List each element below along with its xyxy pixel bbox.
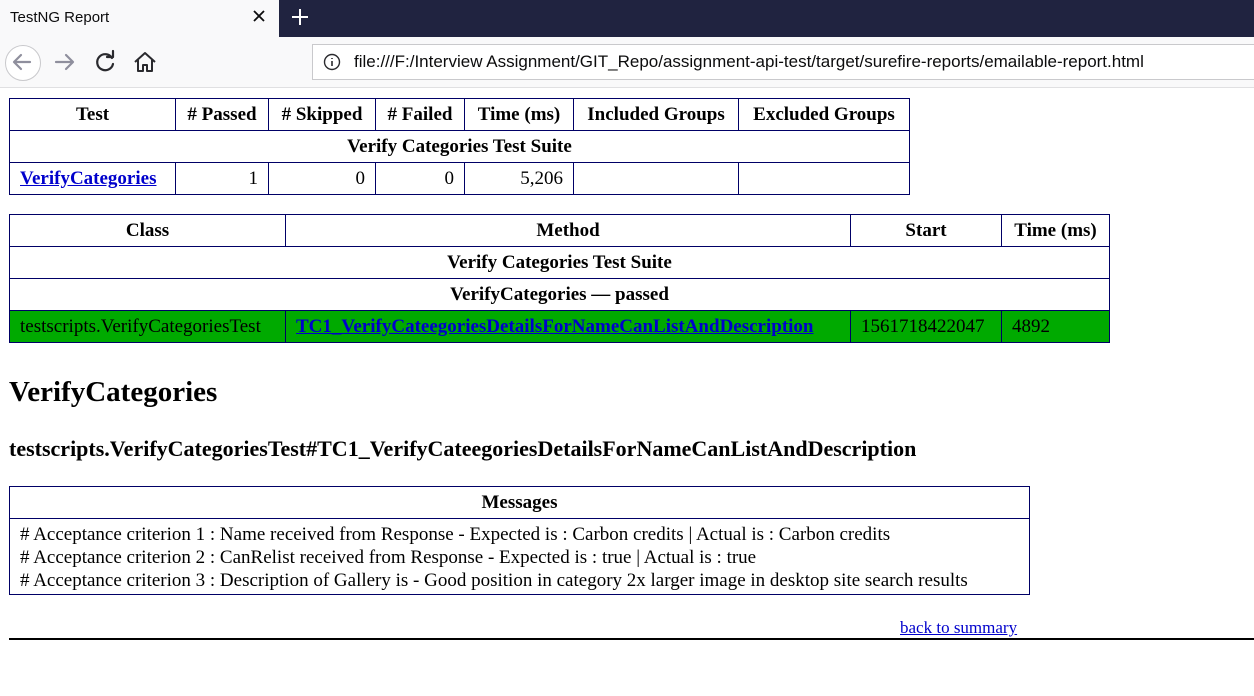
header-included-groups: Included Groups xyxy=(573,98,739,131)
back-button[interactable] xyxy=(5,45,41,81)
table-row: testscripts.VerifyCategoriesTest TC1_Ver… xyxy=(9,310,1110,343)
reload-icon[interactable] xyxy=(90,47,120,77)
method-heading: testscripts.VerifyCategoriesTest#TC1_Ver… xyxy=(9,436,917,461)
test-status: VerifyCategories — passed xyxy=(9,278,1110,311)
excluded-groups-value xyxy=(738,162,910,195)
header-method-time: Time (ms) xyxy=(1001,214,1110,247)
passed-count: 1 xyxy=(175,162,269,195)
header-method: Method xyxy=(285,214,851,247)
url-bar[interactable]: file:///F:/Interview Assignment/GIT_Repo… xyxy=(312,44,1254,80)
close-icon[interactable] xyxy=(251,8,267,24)
url-text: file:///F:/Interview Assignment/GIT_Repo… xyxy=(354,52,1144,71)
list-item: # Acceptance criterion 3 : Description o… xyxy=(20,570,968,591)
included-groups-value xyxy=(573,162,739,195)
list-item: # Acceptance criterion 1 : Name received… xyxy=(20,524,891,545)
header-class: Class xyxy=(9,214,286,247)
methods-header-row: Class Method Start Time (ms) xyxy=(9,214,1110,247)
summary-table: Test # Passed # Skipped # Failed Time (m… xyxy=(9,98,910,195)
method-cell: TC1_VerifyCateegoriesDetailsForNameCanLi… xyxy=(285,310,851,343)
messages-header: Messages xyxy=(9,486,1030,519)
list-item: # Acceptance criterion 2 : CanRelist rec… xyxy=(20,547,757,568)
back-to-summary-link[interactable]: back to summary xyxy=(900,618,1017,638)
suite-name: Verify Categories Test Suite xyxy=(9,130,910,163)
method-link[interactable]: TC1_VerifyCateegoriesDetailsForNameCanLi… xyxy=(296,316,814,337)
methods-table: Class Method Start Time (ms) Verify Cate… xyxy=(9,214,1110,343)
summary-header-row: Test # Passed # Skipped # Failed Time (m… xyxy=(9,98,910,131)
method-time-value: 4892 xyxy=(1001,310,1110,343)
time-value: 5,206 xyxy=(464,162,574,195)
browser-tab[interactable]: TestNG Report xyxy=(0,0,279,37)
home-icon[interactable] xyxy=(130,47,160,77)
skipped-count: 0 xyxy=(268,162,376,195)
info-icon[interactable] xyxy=(323,53,341,71)
header-start: Start xyxy=(850,214,1002,247)
header-skipped: # Skipped xyxy=(268,98,376,131)
start-value: 1561718422047 xyxy=(850,310,1002,343)
methods-suite-name: Verify Categories Test Suite xyxy=(9,246,1110,279)
test-heading: VerifyCategories xyxy=(9,376,218,408)
status-row: VerifyCategories — passed xyxy=(9,278,1110,311)
header-time: Time (ms) xyxy=(464,98,574,131)
tab-title: TestNG Report xyxy=(10,9,110,26)
plus-icon[interactable] xyxy=(290,7,310,27)
failed-count: 0 xyxy=(375,162,465,195)
navigation-bar: file:///F:/Interview Assignment/GIT_Repo… xyxy=(0,37,1254,88)
methods-suite-row: Verify Categories Test Suite xyxy=(9,246,1110,279)
header-excluded-groups: Excluded Groups xyxy=(738,98,910,131)
forward-arrow-icon[interactable] xyxy=(50,47,80,77)
header-failed: # Failed xyxy=(375,98,465,131)
tab-bar: TestNG Report xyxy=(0,0,1254,37)
messages-table: Messages # Acceptance criterion 1 : Name… xyxy=(9,486,1030,595)
back-arrow-icon xyxy=(12,53,32,71)
header-passed: # Passed xyxy=(175,98,269,131)
table-row: VerifyCategories 1 0 0 5,206 xyxy=(9,162,910,195)
divider xyxy=(9,638,1254,640)
suite-row: Verify Categories Test Suite xyxy=(9,130,910,163)
test-link[interactable]: VerifyCategories xyxy=(20,168,156,189)
class-value: testscripts.VerifyCategoriesTest xyxy=(9,310,286,343)
test-cell: VerifyCategories xyxy=(9,162,176,195)
messages-row: # Acceptance criterion 1 : Name received… xyxy=(9,518,1030,595)
messages-cell: # Acceptance criterion 1 : Name received… xyxy=(9,518,1030,595)
messages-header-row: Messages xyxy=(9,486,1030,519)
header-test: Test xyxy=(9,98,176,131)
